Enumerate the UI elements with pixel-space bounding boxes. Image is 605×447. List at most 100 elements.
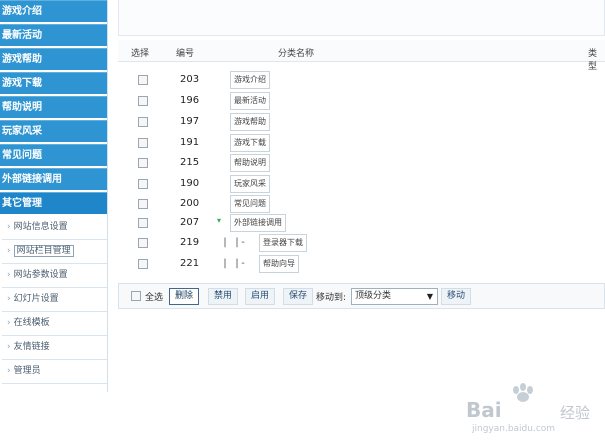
sidebar-item-site-params[interactable]: › 网站参数设置 [2,264,107,288]
sidebar-item-slideshow[interactable]: › 幻灯片设置 [2,288,107,312]
row-checkbox[interactable] [138,238,148,248]
nav-section-game-download[interactable]: 游戏下载 [0,72,107,94]
arrow-right-icon: › [7,246,11,256]
sidebar: 游戏介绍 最新活动 游戏帮助 游戏下载 帮助说明 玩家风采 常见问题 外部链接调… [0,0,108,392]
save-button[interactable]: 保存 [283,288,314,305]
row-id: 191 [180,137,200,148]
category-name-field[interactable]: 常见问题 [230,195,270,213]
row-checkbox[interactable] [138,158,148,168]
nav-section-game-help[interactable]: 游戏帮助 [0,48,107,70]
header-select: 选择 [131,49,150,59]
table-row: 190 玩家风采 [118,174,605,195]
table-row: 221 | |- 帮助向导 [118,254,605,275]
disable-button[interactable]: 禁用 [208,288,239,305]
nav-section-label: 玩家风采 [2,126,42,137]
tree-indent-marker: | |- [222,237,247,248]
delete-button[interactable]: 删除 [169,288,200,305]
arrow-right-icon: › [7,366,11,376]
header-type: 类型 [588,49,598,72]
row-id: 207 [180,217,200,228]
row-checkbox[interactable] [138,179,148,189]
nav-section-game-intro[interactable]: 游戏介绍 [0,0,107,22]
table-row: 215 帮助说明 [118,153,605,174]
top-toolbar [118,0,605,36]
sidebar-item-friend-links[interactable]: › 友情链接 [2,336,107,360]
sidebar-item-label: 在线模板 [13,318,50,328]
nav-section-external-links[interactable]: 外部链接调用 [0,168,107,190]
table-row: 200 常见问题 [118,194,605,215]
sidebar-item-label: 友情链接 [13,342,50,352]
chevron-down-icon: ▼ [426,292,433,301]
watermark-brand: Bai [466,398,502,422]
nav-section-help-notes[interactable]: 帮助说明 [0,96,107,118]
arrow-right-icon: › [7,222,11,232]
row-checkbox[interactable] [138,138,148,148]
header-id: 编号 [176,49,195,59]
category-name-field[interactable]: 帮助说明 [230,154,270,172]
category-name-field[interactable]: 游戏介绍 [230,71,270,89]
sidebar-item-online-template[interactable]: › 在线模板 [2,312,107,336]
nav-section-label: 其它管理 [2,198,42,209]
nav-section-label: 最新活动 [2,30,42,41]
table-row: 191 游戏下载 [118,133,605,154]
arrow-right-icon: › [7,270,11,280]
category-name-field[interactable]: 外部链接调用 [230,214,286,232]
watermark-brand-suffix: 经验 [560,404,591,422]
nav-section-label: 游戏介绍 [2,6,42,17]
enable-button[interactable]: 启用 [245,288,276,305]
table-row: 196 最新活动 [118,91,605,112]
row-id: 219 [180,237,200,248]
sidebar-item-administrator[interactable]: › 管理员 [2,360,107,384]
header-name: 分类名称 [278,49,315,59]
arrow-right-icon: › [7,294,11,304]
category-name-field[interactable]: 最新活动 [230,92,270,110]
table-row: 219 | |- 登录器下载 [118,233,605,254]
sidebar-item-column-management[interactable]: › 网站栏目管理 [2,240,107,264]
nav-section-latest-events[interactable]: 最新活动 [0,24,107,46]
action-bar: 全选 删除 禁用 启用 保存 移动到: 顶级分类 ▼ 移动 [118,283,605,309]
watermark-url: jingyan.baidu.com [472,424,556,434]
nav-section-label: 帮助说明 [2,102,42,113]
row-checkbox[interactable] [138,199,148,209]
category-name-field[interactable]: 游戏下载 [230,134,270,152]
sidebar-item-site-info[interactable]: › 网站信息设置 [2,216,107,240]
category-name-field[interactable]: 登录器下载 [259,234,307,252]
category-name-field[interactable]: 帮助向导 [259,255,299,273]
row-id: 221 [180,258,200,269]
nav-section-player-gallery[interactable]: 玩家风采 [0,120,107,142]
move-target-value: 顶级分类 [355,291,392,301]
row-id: 196 [180,95,200,106]
select-all-label: 全选 [145,293,164,303]
sidebar-item-label: 网站栏目管理 [13,245,74,257]
select-all-checkbox[interactable] [131,291,141,301]
sidebar-item-label: 管理员 [13,366,41,376]
move-target-select[interactable]: 顶级分类 ▼ [351,288,438,305]
row-checkbox[interactable] [138,218,148,228]
row-checkbox[interactable] [138,117,148,127]
row-checkbox[interactable] [138,96,148,106]
nav-section-label: 常见问题 [2,150,42,161]
sidebar-item-label: 网站参数设置 [13,270,68,280]
sidebar-item-label: 幻灯片设置 [13,294,59,304]
move-to-label: 移动到: [316,293,347,303]
nav-section-label: 外部链接调用 [2,174,62,185]
table-header: 选择 编号 分类名称 类型 [118,40,605,72]
nav-section-label: 游戏帮助 [2,54,42,65]
move-button[interactable]: 移动 [441,288,472,305]
row-checkbox[interactable] [138,259,148,269]
category-name-field[interactable]: 游戏帮助 [230,113,270,131]
arrow-right-icon: › [7,318,11,328]
row-id: 203 [180,74,200,85]
row-id: 215 [180,157,200,168]
baidu-jingyan-watermark: Bai 经验 jingyan.baidu.com [464,382,604,438]
nav-section-other-management[interactable]: 其它管理 [0,192,107,214]
expand-marker-icon: ▾ [217,216,222,225]
tree-indent-marker: | |- [222,258,247,269]
nav-section-label: 游戏下载 [2,78,42,89]
row-checkbox[interactable] [138,75,148,85]
row-id: 200 [180,198,200,209]
nav-section-faq[interactable]: 常见问题 [0,144,107,166]
category-name-field[interactable]: 玩家风采 [230,175,270,193]
arrow-right-icon: › [7,342,11,352]
row-id: 190 [180,178,200,189]
